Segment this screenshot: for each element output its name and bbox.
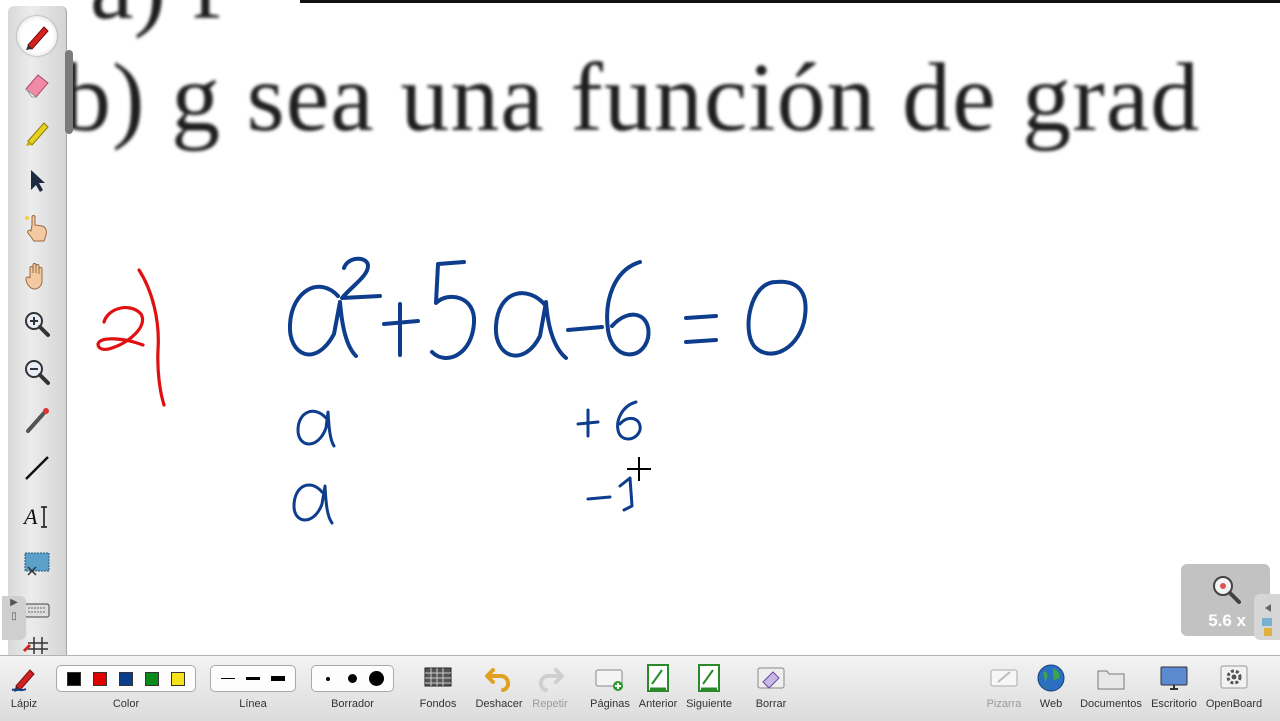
redo-arrow-icon <box>539 668 564 692</box>
color-swatch-blue[interactable] <box>113 666 139 691</box>
text-tool-button[interactable]: A <box>17 496 57 536</box>
toolbar-scrollbar[interactable] <box>65 50 73 134</box>
zoom-magnifier-icon <box>1213 576 1241 604</box>
web-label: Web <box>1039 698 1063 710</box>
handwriting-label-a <box>96 268 166 407</box>
next-page-icon <box>698 664 720 692</box>
repetir-label: Repetir <box>532 698 568 710</box>
line-tool-button[interactable] <box>17 448 57 488</box>
anterior-button[interactable] <box>642 662 674 694</box>
eraser-tool-button[interactable] <box>17 64 57 104</box>
highlighter-icon <box>26 122 49 146</box>
highlighter-tool-button[interactable] <box>17 112 57 152</box>
line-width-group <box>210 665 296 692</box>
handwriting-factor-row-2 <box>292 476 634 525</box>
zoom-level-text: 5.6 x <box>1208 611 1246 630</box>
background-grid-icon <box>424 667 452 687</box>
deshacer-button[interactable] <box>483 662 515 694</box>
svg-text:A: A <box>22 504 38 529</box>
folder-icon <box>1097 670 1125 690</box>
paginas-button[interactable] <box>594 662 626 694</box>
escritorio-label: Escritorio <box>1151 698 1197 710</box>
line-width-thin[interactable] <box>215 666 240 691</box>
eraser-size-medium[interactable] <box>340 666 364 691</box>
line-tool-icon <box>25 456 49 480</box>
borrar-button[interactable] <box>755 662 787 694</box>
board-mode-icon <box>990 669 1018 687</box>
color-swatch-green[interactable] <box>139 666 165 691</box>
pizarra-label: Pizarra <box>986 698 1022 710</box>
left-tool-palette: A <box>8 6 73 655</box>
eraser-size-large[interactable] <box>365 666 389 691</box>
anterior-label: Anterior <box>638 698 678 710</box>
color-picker-group <box>56 665 196 692</box>
lapiz-label: Lápiz <box>10 698 38 710</box>
eraser-size-group <box>311 665 394 692</box>
pen-tool-button[interactable] <box>17 16 57 56</box>
grid-icon <box>22 637 48 654</box>
right-panel-arrow-icon <box>1262 604 1272 636</box>
line-width-thick[interactable] <box>266 666 291 691</box>
desktop-monitor-icon <box>1160 666 1188 690</box>
siguiente-button[interactable] <box>693 662 725 694</box>
line-width-medium[interactable] <box>240 666 265 691</box>
openboard-button[interactable] <box>1218 662 1250 694</box>
color-label: Color <box>112 698 140 710</box>
pen-icon <box>26 26 49 50</box>
selector-arrow-icon <box>31 170 45 192</box>
capture-icon <box>24 552 50 576</box>
expand-left-panel-button[interactable]: ▶ ▯ <box>2 596 26 640</box>
undo-arrow-icon <box>485 668 510 692</box>
laser-pointer-tool-button[interactable] <box>17 400 57 440</box>
zoom-out-icon <box>25 360 50 385</box>
color-swatch-yellow[interactable] <box>165 666 191 691</box>
settings-gear-icon <box>1220 665 1248 689</box>
interact-tool-button[interactable] <box>17 208 57 248</box>
expand-arrow-icon: ▶ <box>10 597 18 608</box>
color-swatch-red[interactable] <box>87 666 113 691</box>
lapiz-pen-icon <box>11 669 35 692</box>
paginas-label: Páginas <box>590 698 630 710</box>
escritorio-button[interactable] <box>1158 662 1190 694</box>
handwriting-layer <box>96 256 808 525</box>
page-icon: ▯ <box>11 611 17 622</box>
eraser-icon <box>25 74 49 98</box>
documentos-button[interactable] <box>1095 662 1127 694</box>
pizarra-button[interactable] <box>988 662 1020 694</box>
zoom-out-tool-button[interactable] <box>17 352 57 392</box>
capture-tool-button[interactable] <box>17 544 57 584</box>
eraser-size-small[interactable] <box>316 666 340 691</box>
globe-icon <box>1037 664 1065 692</box>
clear-page-icon <box>757 667 785 689</box>
documentos-label: Documentos <box>1080 698 1142 710</box>
right-panel-tab[interactable] <box>1254 594 1280 640</box>
pan-hand-icon <box>25 263 43 290</box>
laser-pointer-icon <box>26 408 49 433</box>
previous-page-icon <box>647 664 669 692</box>
fondos-button[interactable] <box>422 662 454 694</box>
linea-label: Línea <box>239 698 267 710</box>
bottom-toolbar: Lápiz Color Línea Borrador Fondos Deshac… <box>0 655 1280 721</box>
borrador-label: Borrador <box>331 698 374 710</box>
siguiente-label: Siguiente <box>686 698 732 710</box>
zoom-in-icon <box>25 312 50 337</box>
interact-hand-icon <box>25 215 47 242</box>
lapiz-tool-button[interactable] <box>8 662 40 694</box>
repetir-button[interactable] <box>534 662 566 694</box>
add-page-icon <box>595 669 623 691</box>
whiteboard-canvas[interactable]: a) f b) g sea una función de grad <box>0 0 1280 655</box>
handwriting-factor-row-1 <box>296 400 642 448</box>
pan-tool-button[interactable] <box>17 256 57 296</box>
select-tool-button[interactable] <box>17 160 57 200</box>
text-tool-icon: A <box>22 504 47 529</box>
fondos-label: Fondos <box>419 698 457 710</box>
color-swatch-black[interactable] <box>61 666 87 691</box>
deshacer-label: Deshacer <box>475 698 523 710</box>
openboard-label: OpenBoard <box>1205 698 1263 710</box>
web-button[interactable] <box>1035 662 1067 694</box>
borrar-label: Borrar <box>755 698 787 710</box>
keyboard-icon <box>24 603 50 618</box>
zoom-in-tool-button[interactable] <box>17 304 57 344</box>
handwriting-equation <box>287 256 808 360</box>
